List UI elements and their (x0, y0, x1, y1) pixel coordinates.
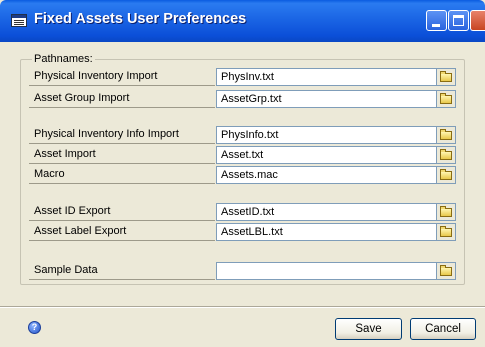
cancel-button[interactable]: Cancel (410, 318, 476, 340)
minimize-button[interactable] (426, 10, 447, 31)
close-button[interactable] (470, 10, 485, 31)
window-app-icon (11, 14, 27, 27)
macro-field[interactable]: Assets.mac (216, 166, 437, 184)
physical-inventory-import-label: Physical Inventory Import (29, 68, 215, 86)
title-bar[interactable]: Fixed Assets User Preferences (0, 0, 485, 42)
asset-group-import-field[interactable]: AssetGrp.txt (216, 90, 437, 108)
folder-icon (440, 206, 452, 217)
save-button[interactable]: Save (335, 318, 402, 340)
physical-inventory-info-import-field[interactable]: PhysInfo.txt (216, 126, 437, 144)
help-icon[interactable]: ? (28, 321, 41, 334)
folder-icon (440, 71, 452, 82)
asset-label-export-label: Asset Label Export (29, 223, 215, 241)
browse-button-asset-id-export[interactable] (437, 203, 456, 221)
folder-icon (440, 93, 452, 104)
physical-inventory-info-import-label: Physical Inventory Info Import (29, 126, 215, 144)
folder-icon (440, 129, 452, 140)
browse-button-physical-inventory-info-import[interactable] (437, 126, 456, 144)
asset-id-export-label: Asset ID Export (29, 203, 215, 221)
browse-button-sample-data[interactable] (437, 262, 456, 280)
folder-icon (440, 149, 452, 160)
asset-import-label: Asset Import (29, 146, 215, 164)
pathnames-group-label: Pathnames: (32, 53, 95, 65)
browse-button-macro[interactable] (437, 166, 456, 184)
browse-button-asset-label-export[interactable] (437, 223, 456, 241)
maximize-button[interactable] (448, 10, 469, 31)
folder-icon (440, 226, 452, 237)
macro-label: Macro (29, 166, 215, 184)
asset-import-field[interactable]: Asset.txt (216, 146, 437, 164)
dialog-window: Fixed Assets User Preferences Pathnames:… (0, 0, 485, 347)
browse-button-asset-import[interactable] (437, 146, 456, 164)
sample-data-label: Sample Data (29, 262, 215, 280)
sample-data-field[interactable] (216, 262, 437, 280)
asset-label-export-field[interactable]: AssetLBL.txt (216, 223, 437, 241)
browse-button-physical-inventory-import[interactable] (437, 68, 456, 86)
asset-group-import-label: Asset Group Import (29, 90, 215, 108)
browse-button-asset-group-import[interactable] (437, 90, 456, 108)
asset-id-export-field[interactable]: AssetID.txt (216, 203, 437, 221)
folder-icon (440, 169, 452, 180)
physical-inventory-import-field[interactable]: PhysInv.txt (216, 68, 437, 86)
window-title: Fixed Assets User Preferences (34, 11, 247, 27)
folder-icon (440, 265, 452, 276)
footer-divider (0, 306, 485, 308)
